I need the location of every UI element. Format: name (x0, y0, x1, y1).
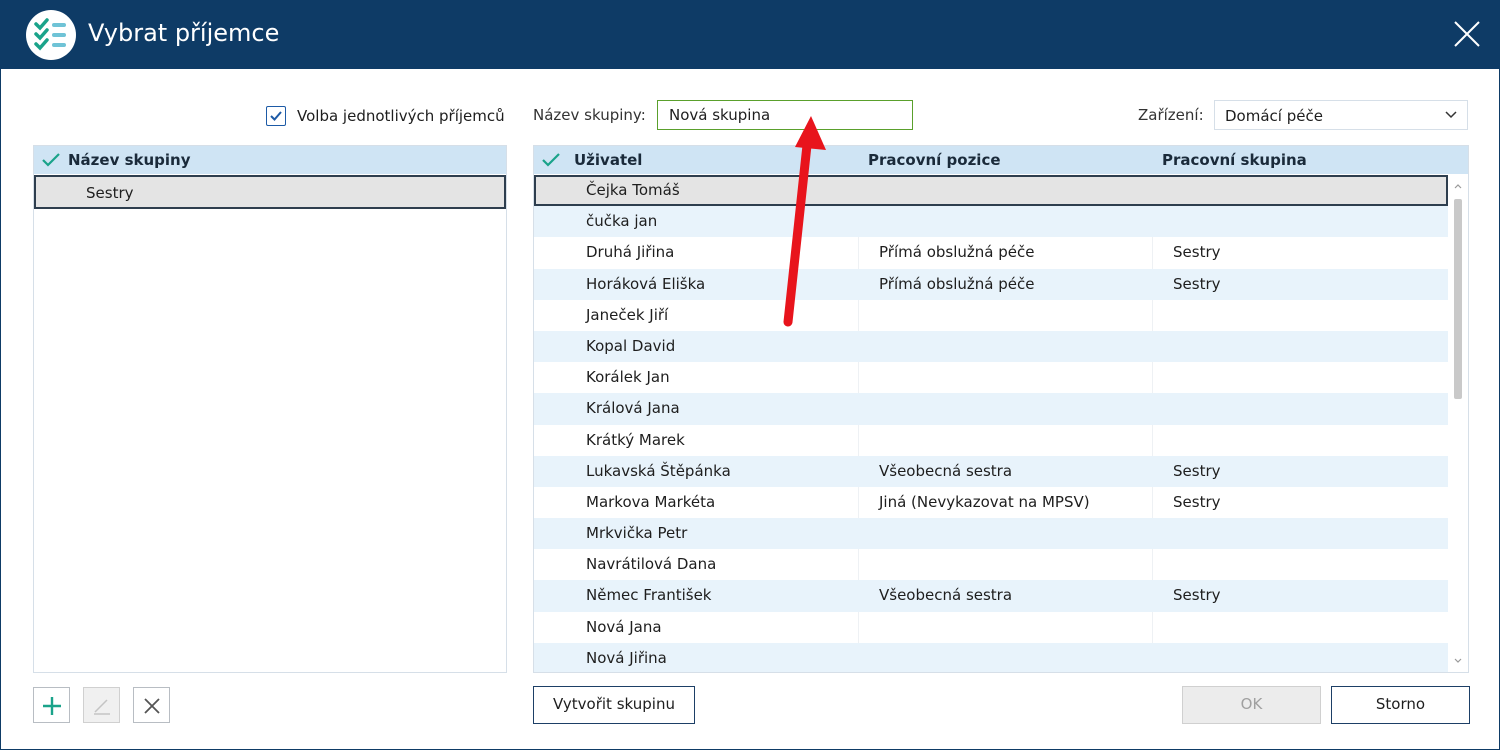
user-name-cell: Markova Markéta (586, 492, 716, 511)
user-name-cell: Janeček Jiří (586, 305, 669, 324)
window-title: Vybrat příjemce (88, 19, 280, 47)
check-icon (42, 153, 60, 167)
select-all-users[interactable] (534, 146, 568, 174)
plus-icon (43, 697, 61, 715)
workgroup-cell: Sestry (1173, 274, 1221, 293)
user-name-cell: Kopal David (586, 336, 676, 355)
user-row[interactable]: čučka jan (534, 206, 1448, 238)
check-icon (542, 153, 560, 167)
position-cell: Všeobecná sestra (879, 586, 1013, 605)
checkmark-icon (270, 111, 282, 121)
user-row[interactable]: Krátký Marek (534, 425, 1448, 456)
users-grid: Uživatel Pracovní pozice Pracovní skupin… (533, 145, 1469, 673)
scroll-thumb[interactable] (1454, 199, 1462, 399)
groups-header-name[interactable]: Název skupiny (68, 151, 191, 169)
user-name-cell: Druhá Jiřina (586, 243, 675, 262)
group-name-input[interactable] (657, 100, 913, 130)
title-bar: Vybrat příjemce (0, 0, 1500, 69)
workgroup-cell: Sestry (1173, 243, 1221, 262)
user-name-cell: Nová Jiřina (586, 648, 667, 667)
close-button[interactable] (1434, 0, 1500, 69)
user-row[interactable]: Němec František Všeobecná sestra Sestry (534, 580, 1448, 612)
cancel-button[interactable]: Storno (1331, 686, 1470, 724)
create-group-button[interactable]: Vytvořit skupinu (533, 686, 695, 724)
user-name-cell: Korálek Jan (586, 368, 670, 387)
individual-recipients-label: Volba jednotlivých příjemců (297, 107, 505, 125)
group-row-label: Sestry (86, 184, 134, 202)
user-name-cell: Lukavská Štěpánka (586, 461, 731, 480)
device-selected-value: Domácí péče (1225, 107, 1323, 125)
edit-group-button[interactable] (83, 687, 120, 723)
close-icon (1454, 21, 1480, 47)
user-row[interactable]: Korálek Jan (534, 362, 1448, 393)
group-name-label: Název skupiny: (533, 106, 646, 124)
user-row[interactable]: Navrátilová Dana (534, 549, 1448, 580)
user-row[interactable]: Markova Markéta Jiná (Nevykazovat na MPSV… (534, 487, 1448, 518)
user-name-cell: Němec František (586, 586, 712, 605)
group-row[interactable]: Sestry (34, 175, 506, 209)
delete-x-icon (144, 698, 160, 714)
position-cell: Přímá obslužná péče (879, 243, 1035, 262)
groups-grid: Název skupiny Sestry (33, 145, 507, 673)
device-label: Zařízení: (1138, 106, 1204, 124)
user-row[interactable]: Nová Jana (534, 612, 1448, 643)
user-name-cell: Navrátilová Dana (586, 555, 717, 574)
user-row[interactable]: Králová Jana (534, 393, 1448, 425)
individual-recipients-checkbox[interactable] (266, 106, 286, 126)
user-row[interactable]: Janeček Jiří (534, 300, 1448, 331)
chevron-down-icon (1445, 111, 1457, 119)
users-scrollbar[interactable] (1448, 175, 1468, 672)
user-row[interactable]: Mrkvička Petr (534, 518, 1448, 550)
user-name-cell: Mrkvička Petr (586, 524, 688, 543)
workgroup-cell: Sestry (1173, 492, 1221, 511)
device-select[interactable]: Domácí péče (1214, 100, 1468, 130)
individual-recipients-option[interactable]: Volba jednotlivých příjemců (266, 105, 505, 127)
checklist-app-icon (26, 10, 76, 60)
user-row[interactable]: Horáková Eliška Přímá obslužná péče Sestry (534, 268, 1448, 300)
users-grid-header: Uživatel Pracovní pozice Pracovní skupin… (534, 146, 1468, 174)
ok-button[interactable]: OK (1182, 686, 1321, 724)
user-name-cell: Nová Jana (586, 617, 662, 636)
user-row[interactable]: Čejka Tomáš (534, 175, 1448, 207)
column-header-user[interactable]: Uživatel (574, 151, 642, 169)
users-rows: Čejka Tomáš čučka jan Druhá Jiřina Přímá ob… (534, 175, 1448, 672)
user-name-cell: Horáková Eliška (586, 274, 706, 293)
user-row[interactable]: Nová Jiřina (534, 642, 1448, 672)
user-row[interactable]: Kopal David (534, 330, 1448, 363)
scroll-down-icon[interactable] (1452, 656, 1464, 666)
groups-grid-header: Název skupiny (34, 146, 506, 174)
position-cell: Jiná (Nevykazovat na MPSV) (879, 492, 1090, 511)
column-header-workgroup[interactable]: Pracovní skupina (1162, 151, 1307, 169)
user-name-cell: Čejka Tomáš (586, 181, 680, 199)
position-cell: Přímá obslužná péče (879, 274, 1035, 293)
workgroup-cell: Sestry (1173, 586, 1221, 605)
pencil-icon (94, 699, 110, 715)
user-name-cell: Krátký Marek (586, 430, 685, 449)
workgroup-cell: Sestry (1173, 461, 1221, 480)
delete-group-button[interactable] (133, 687, 170, 723)
user-row[interactable]: Lukavská Štěpánka Všeobecná sestra Sestry (534, 455, 1448, 487)
position-cell: Všeobecná sestra (879, 461, 1013, 480)
user-row[interactable]: Druhá Jiřina Přímá obslužná péče Sestry (534, 237, 1448, 268)
user-name-cell: čučka jan (586, 212, 658, 231)
select-all-groups[interactable] (34, 146, 68, 174)
user-name-cell: Králová Jana (586, 399, 680, 418)
scroll-up-icon[interactable] (1452, 181, 1464, 191)
add-group-button[interactable] (33, 687, 70, 723)
column-header-position[interactable]: Pracovní pozice (868, 151, 1001, 169)
